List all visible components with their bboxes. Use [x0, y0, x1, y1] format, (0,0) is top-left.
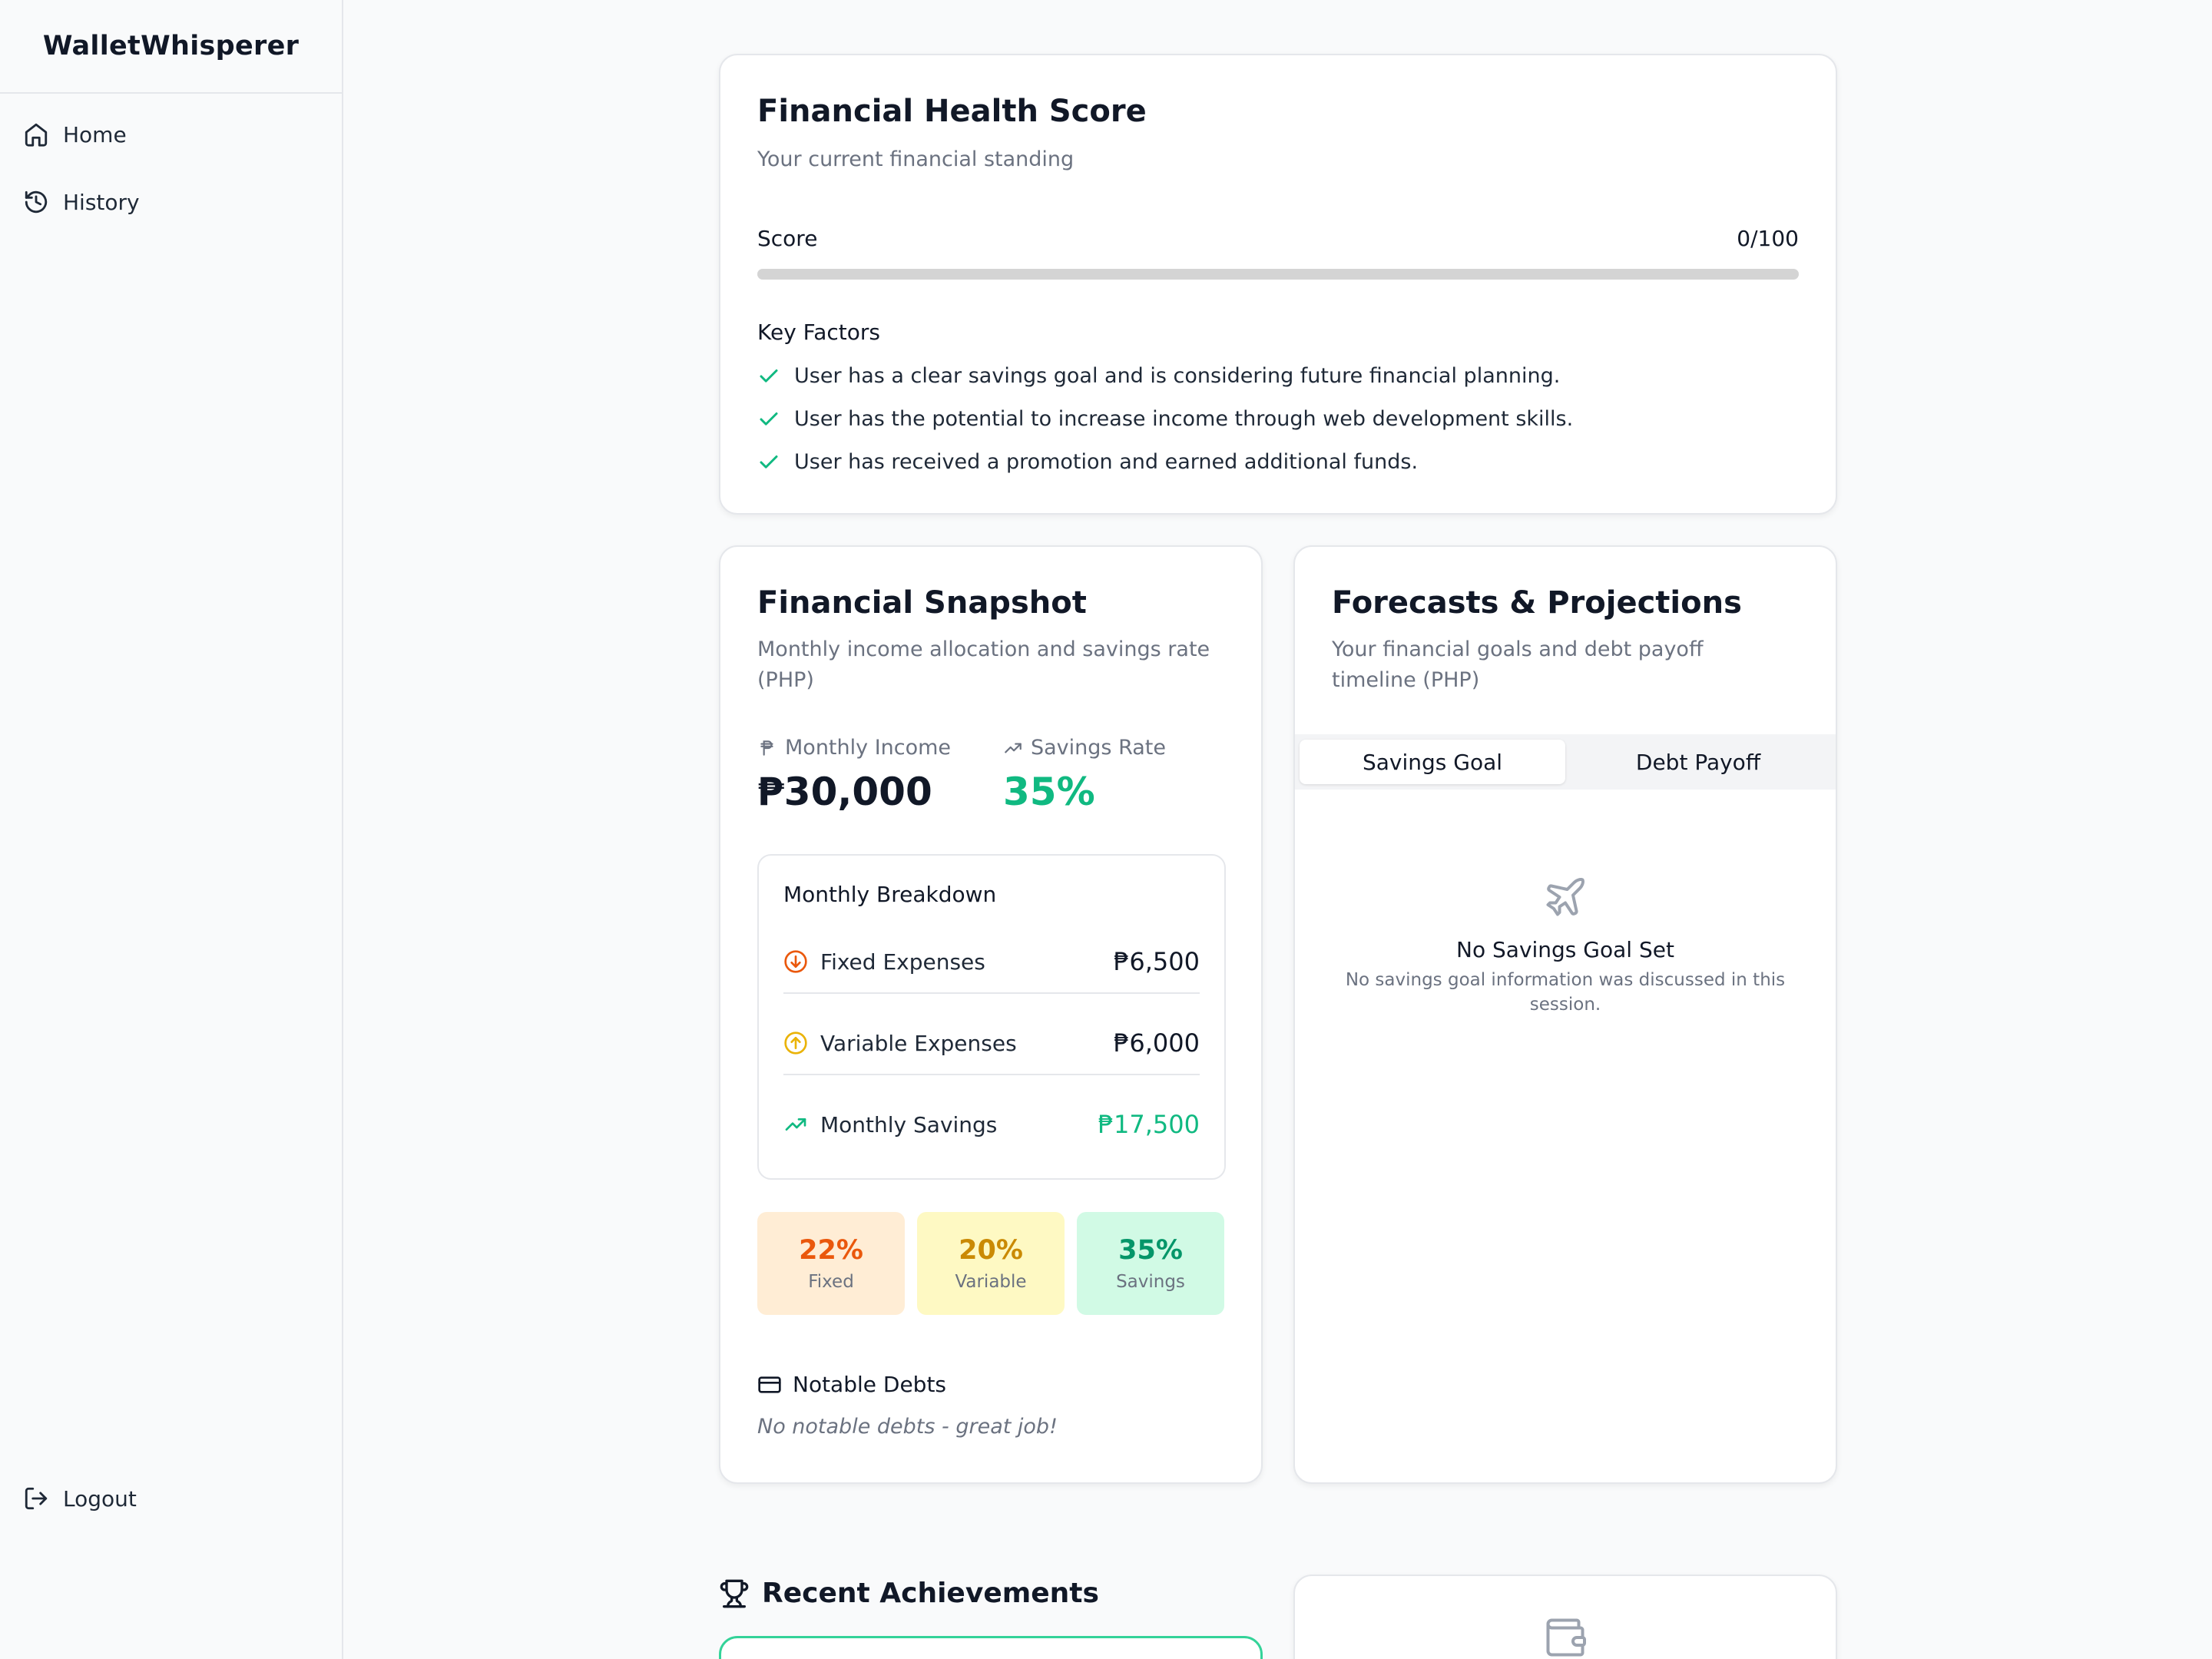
savings-percent-box: 35% Savings [1077, 1212, 1224, 1315]
wallet-icon [1546, 1618, 1586, 1657]
achievements-title: Recent Achievements [762, 1578, 1099, 1609]
key-factor-text: User has received a promotion and earned… [794, 450, 1419, 474]
nav-item-home[interactable]: Home [23, 121, 127, 147]
plane-icon [1546, 878, 1584, 916]
score-value: 0/100 [1737, 226, 1799, 251]
monthly-income-label: Monthly Income [785, 736, 952, 760]
check-icon [760, 369, 778, 382]
fixed-percent-box: 22% Fixed [757, 1212, 905, 1315]
nav-label-logout: Logout [63, 1485, 137, 1512]
breakdown-row-fixed: Fixed Expenses ₱6,500 [783, 922, 1200, 1002]
savings-percent-value: 35% [1118, 1235, 1183, 1266]
app-brand[interactable]: WalletWhisperer [0, 0, 342, 94]
sidebar: WalletWhisperer Home History Logout [0, 0, 343, 1659]
nav-label-history: History [63, 189, 140, 215]
forecasts-title: Forecasts & Projections [1332, 585, 1742, 621]
credit-card-icon [758, 1376, 781, 1393]
variable-expenses-value: ₱6,000 [1114, 1028, 1200, 1058]
savings-percent-label: Savings [1116, 1272, 1185, 1292]
key-factor-item: User has the potential to increase incom… [757, 407, 1573, 431]
breakdown-row-savings: Monthly Savings ₱17,500 [783, 1084, 1200, 1164]
variable-percent-box: 20% Variable [917, 1212, 1065, 1315]
wallet-card [1293, 1575, 1837, 1659]
monthly-income-value: ₱30,000 [757, 770, 932, 814]
key-factor-item: User has a clear savings goal and is con… [757, 364, 1560, 388]
peso-icon [760, 740, 773, 756]
health-title: Financial Health Score [757, 94, 1147, 129]
key-factors-title: Key Factors [757, 320, 880, 345]
fixed-expenses-value: ₱6,500 [1114, 947, 1200, 976]
financial-health-card: Financial Health Score Your current fina… [719, 54, 1837, 515]
home-icon [25, 123, 48, 147]
variable-expenses-label: Variable Expenses [820, 1030, 1017, 1056]
forecast-tabs: Savings Goal Debt Payoff [1295, 734, 1836, 790]
breakdown-row-variable: Variable Expenses ₱6,000 [783, 1003, 1200, 1083]
notable-debts-header: Notable Debts [757, 1372, 946, 1397]
health-subtitle: Your current financial standing [757, 147, 1075, 171]
trophy-icon [720, 1579, 749, 1608]
snapshot-title: Financial Snapshot [757, 585, 1087, 621]
score-progress-bar [757, 269, 1799, 280]
key-factor-text: User has the potential to increase incom… [794, 407, 1574, 431]
monthly-savings-label: Monthly Savings [820, 1111, 998, 1137]
achievement-card [719, 1636, 1263, 1659]
arrow-down-circle-icon [784, 950, 807, 973]
trending-up-icon [785, 1118, 806, 1131]
key-factor-text: User has a clear savings goal and is con… [794, 364, 1561, 388]
check-icon [760, 412, 778, 426]
savings-rate-label-group: Savings Rate [1003, 736, 1166, 760]
snapshot-subtitle: Monthly income allocation and savings ra… [757, 637, 1210, 692]
history-icon [25, 190, 48, 214]
nav-label-home: Home [63, 121, 127, 147]
divider [783, 1074, 1200, 1075]
trending-up-icon [1005, 743, 1022, 753]
nav-item-history[interactable]: History [23, 189, 140, 215]
savings-rate-label: Savings Rate [1031, 736, 1166, 760]
notable-debts-text: No notable debts - great job! [757, 1415, 1058, 1439]
forecasts-subtitle: Your financial goals and debt payoff tim… [1332, 637, 1704, 692]
logout-icon [25, 1487, 48, 1510]
monthly-breakdown: Monthly Breakdown Fixed Expenses ₱6,500 … [757, 854, 1226, 1180]
notable-debts-title: Notable Debts [793, 1372, 947, 1397]
savings-rate-value: 35% [1003, 770, 1095, 814]
tab-debt-payoff[interactable]: Debt Payoff [1565, 740, 1831, 784]
financial-snapshot-card: Financial Snapshot Monthly income alloca… [719, 545, 1263, 1484]
fixed-percent-label: Fixed [808, 1272, 854, 1292]
empty-state-text: No savings goal information was discusse… [1345, 970, 1786, 1015]
monthly-income-label-group: Monthly Income [757, 736, 951, 760]
achievements-header: Recent Achievements [719, 1578, 1099, 1609]
arrow-up-circle-icon [784, 1031, 807, 1055]
variable-percent-label: Variable [955, 1272, 1027, 1292]
wallet-icon-wrap [1295, 1614, 1836, 1659]
fixed-expenses-label: Fixed Expenses [820, 949, 985, 975]
monthly-savings-value: ₱17,500 [1098, 1110, 1200, 1139]
fixed-percent-value: 22% [799, 1235, 863, 1266]
check-icon [760, 455, 778, 469]
key-factor-item: User has received a promotion and earned… [757, 450, 1418, 474]
empty-state-icon-wrap [1295, 874, 1836, 920]
variable-percent-value: 20% [959, 1235, 1023, 1266]
tab-savings-goal[interactable]: Savings Goal [1300, 740, 1565, 784]
forecasts-card: Forecasts & Projections Your financial g… [1293, 545, 1837, 1484]
divider [783, 992, 1200, 994]
empty-state-title: No Savings Goal Set [1456, 937, 1674, 962]
nav-item-logout[interactable]: Logout [23, 1485, 137, 1512]
score-label: Score [757, 226, 818, 251]
breakdown-title: Monthly Breakdown [783, 882, 997, 907]
